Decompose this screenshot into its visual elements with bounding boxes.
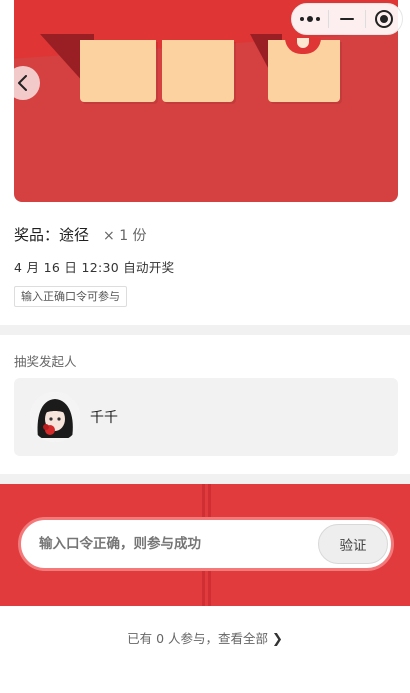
initiator-section-title: 抽奖发起人 <box>14 354 77 369</box>
minimize-button[interactable] <box>329 4 365 34</box>
view-all-participants-link[interactable]: 已有 0 人参与，查看全部 ❯ <box>0 628 410 647</box>
code-entry-box: 验证 <box>18 517 394 571</box>
more-dots-icon <box>300 16 320 22</box>
mini-program-capsule <box>291 3 403 35</box>
prize-name: 奖品：途径 <box>14 226 90 244</box>
participants-text: 已有 0 人参与，查看全部 <box>127 631 268 646</box>
initiator-card[interactable]: 千千 <box>14 378 398 456</box>
user-avatar-icon <box>30 392 80 442</box>
more-button[interactable] <box>292 4 328 34</box>
section-divider <box>0 474 410 484</box>
prize-quantity: × 1 份 <box>103 228 147 244</box>
participation-tag: 输入正确口令可参与 <box>14 286 127 307</box>
back-button[interactable] <box>6 66 40 100</box>
draw-time: 4 月 16 日 12:30 自动开奖 <box>14 260 175 275</box>
chevron-left-icon <box>18 75 27 91</box>
close-button[interactable] <box>366 4 402 34</box>
banner-ticket <box>162 40 234 102</box>
section-divider <box>0 325 410 335</box>
initiator-name: 千千 <box>90 410 118 426</box>
target-close-icon <box>374 10 393 28</box>
minimize-icon <box>339 18 354 20</box>
banner-ticket <box>80 40 156 102</box>
code-input[interactable] <box>39 536 318 552</box>
verify-button[interactable]: 验证 <box>318 524 388 564</box>
chevron-right-icon: ❯ <box>272 632 283 647</box>
avatar <box>30 392 80 442</box>
prize-line: 奖品：途径 × 1 份 <box>14 224 147 245</box>
code-entry-panel: 验证 <box>0 484 410 606</box>
